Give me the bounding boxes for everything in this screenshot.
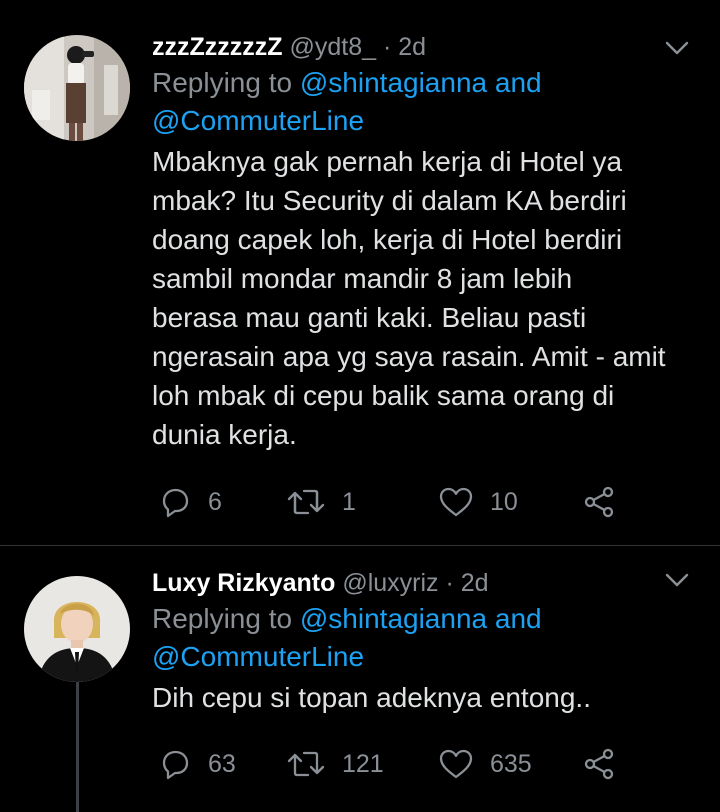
author-name[interactable]: Luxy Rizkyanto <box>152 569 335 597</box>
avatar-photo <box>24 35 130 141</box>
tweet-header: Luxy Rizkyanto @luxyriz · 2d <box>152 566 692 600</box>
reply-icon <box>162 488 189 518</box>
tweet[interactable]: zzzZzzzzzZ @ydt8_ · 2d Replying to @shin… <box>0 0 720 545</box>
like-button[interactable]: 635 <box>438 744 532 784</box>
reply-icon <box>162 750 189 780</box>
replying-to: Replying to @shintagianna and @CommuterL… <box>152 600 692 676</box>
reply-count: 6 <box>208 487 222 516</box>
tweet-actions: 63 121 635 <box>152 744 672 784</box>
separator-dot: · <box>383 33 392 61</box>
tweet-header: zzzZzzzzzZ @ydt8_ · 2d <box>152 30 692 64</box>
tweet[interactable]: Luxy Rizkyanto @luxyriz · 2d Replying to… <box>0 546 720 812</box>
separator-dot: · <box>445 569 454 597</box>
replying-to-label: Replying to <box>152 603 293 634</box>
share-button[interactable] <box>582 744 616 784</box>
retweet-icon <box>287 489 325 515</box>
avatar-photo <box>24 576 130 682</box>
heart-icon <box>439 749 473 779</box>
author-name[interactable]: zzzZzzzzzZ <box>152 33 283 61</box>
share-icon <box>584 748 614 780</box>
heart-icon <box>439 487 473 517</box>
avatar[interactable] <box>24 35 130 141</box>
mention-joiner[interactable]: and <box>495 67 542 98</box>
author-handle[interactable]: @luxyriz <box>342 569 438 597</box>
mention-link[interactable]: @shintagianna <box>300 603 487 634</box>
tweet-actions: 6 1 10 <box>152 482 672 522</box>
avatar[interactable] <box>24 576 130 682</box>
chevron-down-icon[interactable] <box>664 38 690 58</box>
author-handle[interactable]: @ydt8_ <box>290 33 377 61</box>
retweet-button[interactable]: 121 <box>286 744 384 784</box>
tweet-text: Mbaknya gak pernah kerja di Hotel ya mba… <box>152 146 666 450</box>
share-button[interactable] <box>582 482 616 522</box>
replying-to: Replying to @shintagianna and @CommuterL… <box>152 64 692 140</box>
retweet-count: 1 <box>342 487 356 516</box>
tweet-time[interactable]: 2d <box>461 569 489 597</box>
retweet-button[interactable]: 1 <box>286 482 356 522</box>
mention-joiner[interactable]: and <box>495 603 542 634</box>
like-count: 635 <box>490 749 532 778</box>
thread-line <box>76 682 79 812</box>
share-icon <box>584 486 614 518</box>
reply-count: 63 <box>208 749 236 778</box>
like-count: 10 <box>490 487 518 516</box>
mention-link[interactable]: @shintagianna <box>300 67 487 98</box>
reply-button[interactable]: 6 <box>158 482 222 522</box>
tweet-time[interactable]: 2d <box>398 33 426 61</box>
mention-link[interactable]: @CommuterLine <box>152 641 364 672</box>
reply-button[interactable]: 63 <box>158 744 236 784</box>
tweet-text: Dih cepu si topan adeknya entong.. <box>152 682 591 713</box>
like-button[interactable]: 10 <box>438 482 518 522</box>
replying-to-label: Replying to <box>152 67 293 98</box>
retweet-icon <box>287 751 325 777</box>
retweet-count: 121 <box>342 749 384 778</box>
mention-link[interactable]: @CommuterLine <box>152 105 364 136</box>
chevron-down-icon[interactable] <box>664 570 690 590</box>
